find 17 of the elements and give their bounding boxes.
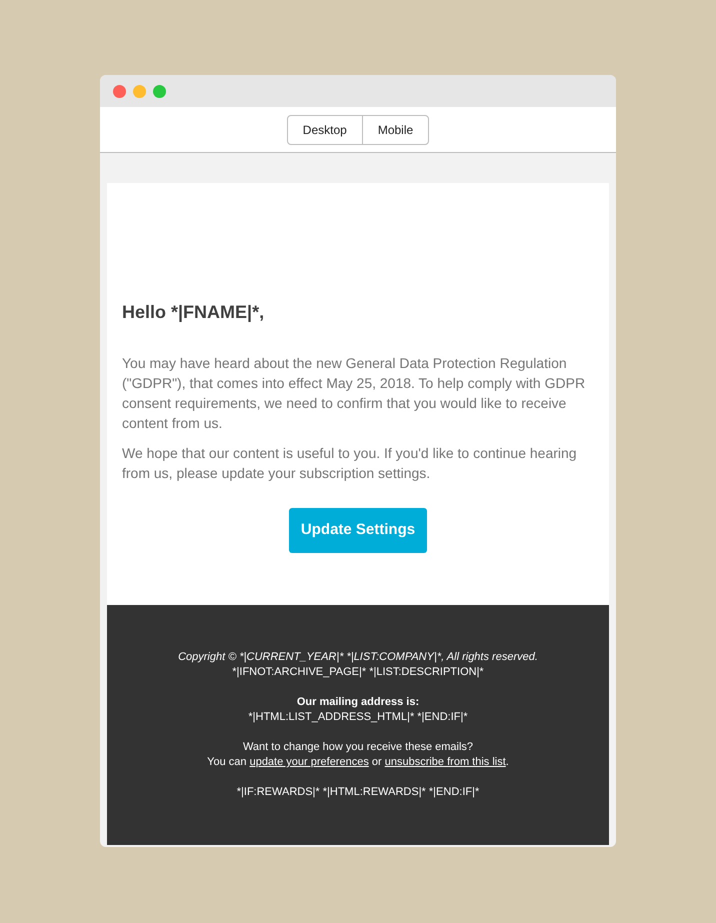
rewards-text: *|IF:REWARDS|* *|HTML:REWARDS|* *|END:IF|* xyxy=(236,785,480,800)
view-tab[interactable]: Mobile xyxy=(362,116,428,144)
preferences-sentence: You can update your preferences or unsubscribe from this list. xyxy=(207,755,509,770)
close-icon[interactable] xyxy=(113,84,126,98)
description-text: *|IFNOT:ARCHIVE_PAGE|* *|LIST:DESCRIPTION|* xyxy=(232,665,484,680)
body-paragraph: You may have heard about the new General Data Protection Regulation ("GDPR"), that comes into effect May 25, 2018. To help comply with GDPR consent requirements, we need to confirm that you would like to receive content from us. xyxy=(122,354,586,433)
body-paragraph: We hope that our content is useful to you. If you'd like to continue hearing from us, please update your subscription settings. xyxy=(122,444,578,483)
view-tab[interactable]: Desktop xyxy=(288,116,362,144)
unsubscribe-link[interactable]: unsubscribe from this list xyxy=(384,756,506,768)
address-text: *|HTML:LIST_ADDRESS_HTML|* *|END:IF|* xyxy=(248,710,468,725)
maximize-icon[interactable] xyxy=(153,84,166,98)
change-question-text: Want to change how you receive these emails? xyxy=(242,740,474,755)
preferences-link[interactable]: update your preferences xyxy=(250,756,369,768)
address-heading: Our mailing address is: xyxy=(296,695,420,710)
copyright-text: Copyright © *|CURRENT_YEAR|* *|LIST:COMPANY|*, All rights reserved. xyxy=(178,650,538,665)
greeting-heading: Hello *|FNAME|*, xyxy=(122,301,266,324)
minimize-icon[interactable] xyxy=(133,84,146,98)
